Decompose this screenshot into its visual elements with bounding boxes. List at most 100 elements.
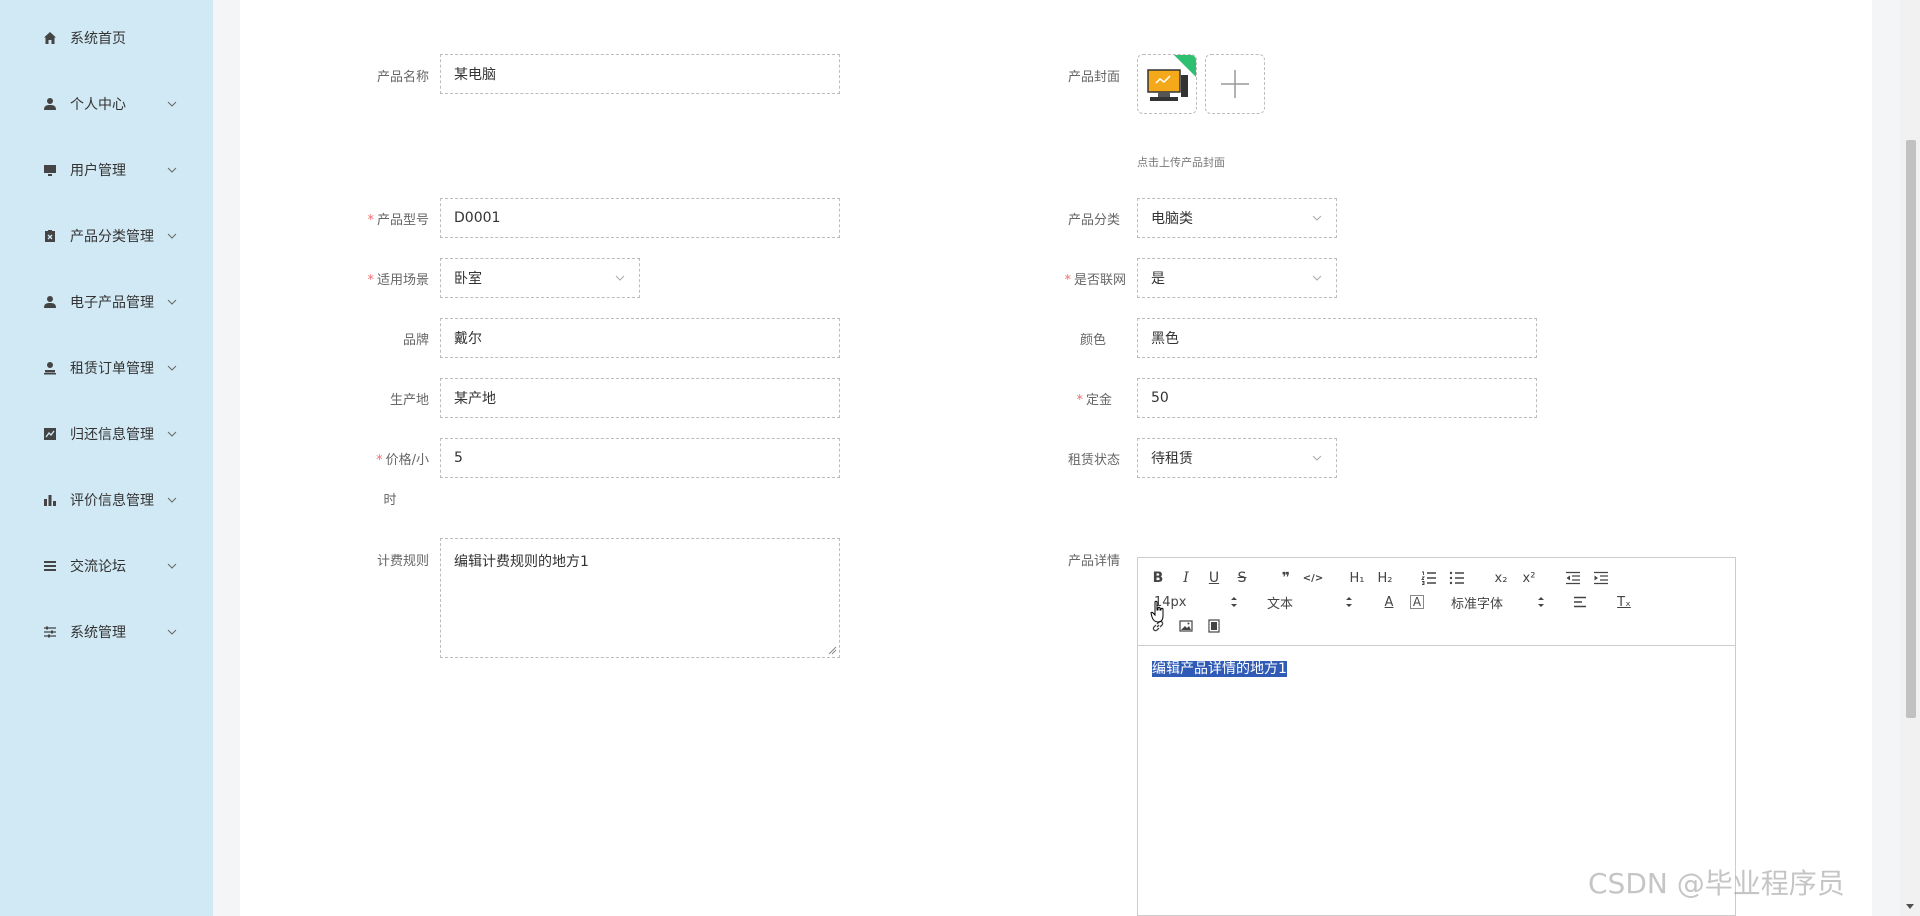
sidebar-item-label: 租赁订单管理 (70, 361, 154, 377)
sidebar-item-label: 用户管理 (70, 163, 126, 179)
brand-label: 品牌 (402, 333, 429, 348)
brand-input[interactable]: 戴尔 (440, 318, 840, 358)
hand-cursor-icon (1150, 600, 1164, 623)
font-family-value: 标准字体 (1451, 596, 1504, 612)
block-type-select[interactable]: 文本 (1267, 592, 1353, 612)
sidebar-item-label: 个人中心 (70, 97, 126, 113)
required-mark: * (376, 453, 383, 468)
model-input[interactable]: D0001 (440, 198, 840, 238)
cover-upload-hint: 点击上传产品封面 (1137, 156, 1225, 169)
underline-button[interactable]: U (1203, 568, 1225, 588)
chevron-down-icon (1312, 455, 1322, 461)
video-icon (1208, 619, 1220, 633)
price-label-line2: 时 (383, 493, 397, 508)
editor-content[interactable]: 编辑产品详情的地方1 (1152, 658, 1287, 678)
color-input[interactable]: 黑色 (1137, 318, 1537, 358)
list-icon (42, 558, 58, 574)
font-color-button[interactable]: A (1378, 592, 1400, 612)
strike-button[interactable]: S (1231, 568, 1253, 588)
bullet-list-icon (1449, 571, 1464, 585)
clear-format-button[interactable]: Tₓ (1613, 592, 1635, 612)
sidebar-item-profile[interactable]: 个人中心 (0, 82, 213, 126)
italic-button[interactable]: I (1175, 568, 1197, 588)
blockquote-button[interactable]: ❞ (1275, 568, 1297, 588)
model-label-text: 产品型号 (376, 213, 429, 228)
status-label: 租赁状态 (1067, 453, 1120, 468)
scrollbar-thumb[interactable] (1906, 140, 1916, 718)
outdent-icon (1566, 571, 1580, 585)
ordered-list-button[interactable] (1418, 568, 1440, 588)
chevron-down-icon (615, 275, 625, 281)
outdent-button[interactable] (1562, 568, 1584, 588)
image-icon (1179, 620, 1193, 632)
status-select[interactable]: 待租赁 (1137, 438, 1337, 478)
user-icon (42, 294, 58, 310)
billing-textarea[interactable]: 编辑计费规则的地方1 (440, 538, 840, 658)
updown-arrows-icon (1231, 597, 1237, 607)
cover-image-thumbnail[interactable] (1137, 54, 1197, 114)
image-button[interactable] (1175, 616, 1197, 636)
resize-handle-icon[interactable] (827, 645, 837, 655)
updown-arrows-icon (1346, 597, 1352, 607)
status-select-value: 待租赁 (1151, 451, 1193, 467)
font-family-select[interactable]: 标准字体 (1451, 592, 1545, 612)
bullet-list-button[interactable] (1446, 568, 1468, 588)
chevron-down-icon (167, 167, 177, 173)
superscript-button[interactable]: x² (1518, 568, 1540, 588)
online-select-value: 是 (1151, 271, 1165, 287)
subscript-button[interactable]: x₂ (1490, 568, 1512, 588)
sidebar-item-label: 归还信息管理 (70, 427, 154, 443)
sliders-icon (42, 624, 58, 640)
sidebar-item-orders[interactable]: 租赁订单管理 (0, 346, 213, 390)
cover-label: 产品封面 (1067, 70, 1120, 85)
scroll-down-arrow-icon[interactable] (1904, 902, 1916, 912)
sidebar-item-category[interactable]: 产品分类管理 (0, 214, 213, 258)
price-input[interactable]: 5 (440, 438, 840, 478)
sidebar-item-returns[interactable]: 归还信息管理 (0, 412, 213, 456)
chevron-down-icon (167, 431, 177, 437)
billing-textarea-value: 编辑计费规则的地方1 (454, 554, 589, 570)
align-left-icon (1574, 596, 1586, 608)
sidebar-item-products[interactable]: 电子产品管理 (0, 280, 213, 324)
align-button[interactable] (1569, 592, 1591, 612)
chevron-down-icon (1312, 275, 1322, 281)
online-select[interactable]: 是 (1137, 258, 1337, 298)
category-select[interactable]: 电脑类 (1137, 198, 1337, 238)
sidebar-item-reviews[interactable]: 评价信息管理 (0, 478, 213, 522)
sidebar-item-home[interactable]: 系统首页 (0, 16, 213, 60)
online-label-text: 是否联网 (1073, 273, 1126, 288)
model-label: * 产品型号 (355, 209, 429, 228)
upload-add-button[interactable] (1205, 54, 1265, 114)
required-mark: * (1076, 393, 1083, 408)
bold-button[interactable]: B (1147, 568, 1169, 588)
deposit-input[interactable]: 50 (1137, 378, 1537, 418)
sidebar-item-forum[interactable]: 交流论坛 (0, 544, 213, 588)
chevron-down-icon (167, 233, 177, 239)
required-mark: * (367, 213, 374, 228)
detail-label: 产品详情 (1067, 554, 1120, 569)
sidebar-item-system[interactable]: 系统管理 (0, 610, 213, 654)
origin-input[interactable]: 某产地 (440, 378, 840, 418)
origin-label: 生产地 (389, 393, 429, 408)
ordered-list-icon (1421, 571, 1436, 585)
code-block-button[interactable]: </> (1302, 568, 1324, 588)
sidebar: 系统首页 个人中心 用户管理 产品分类管理 电子产品管理 租赁订单管理 归还信息… (0, 0, 213, 916)
editor-selected-text: 编辑产品详情的地方1 (1152, 661, 1287, 677)
sidebar-item-users[interactable]: 用户管理 (0, 148, 213, 192)
scene-select[interactable]: 卧室 (440, 258, 640, 298)
billing-label: 计费规则 (376, 554, 429, 569)
video-button[interactable] (1203, 616, 1225, 636)
scene-select-value: 卧室 (454, 271, 482, 287)
background-color-button[interactable]: A (1410, 595, 1424, 609)
indent-button[interactable] (1590, 568, 1612, 588)
chevron-down-icon (167, 563, 177, 569)
product-name-input[interactable]: 某电脑 (440, 54, 840, 94)
sidebar-item-label: 评价信息管理 (70, 493, 154, 509)
category-label: 产品分类 (1067, 213, 1120, 228)
chevron-down-icon (167, 101, 177, 107)
header-2-button[interactable]: H₂ (1374, 568, 1396, 588)
header-1-button[interactable]: H₁ (1346, 568, 1368, 588)
font-size-select[interactable]: 14px (1154, 592, 1238, 612)
monitor-icon (42, 162, 58, 178)
category-select-value: 电脑类 (1151, 211, 1193, 227)
